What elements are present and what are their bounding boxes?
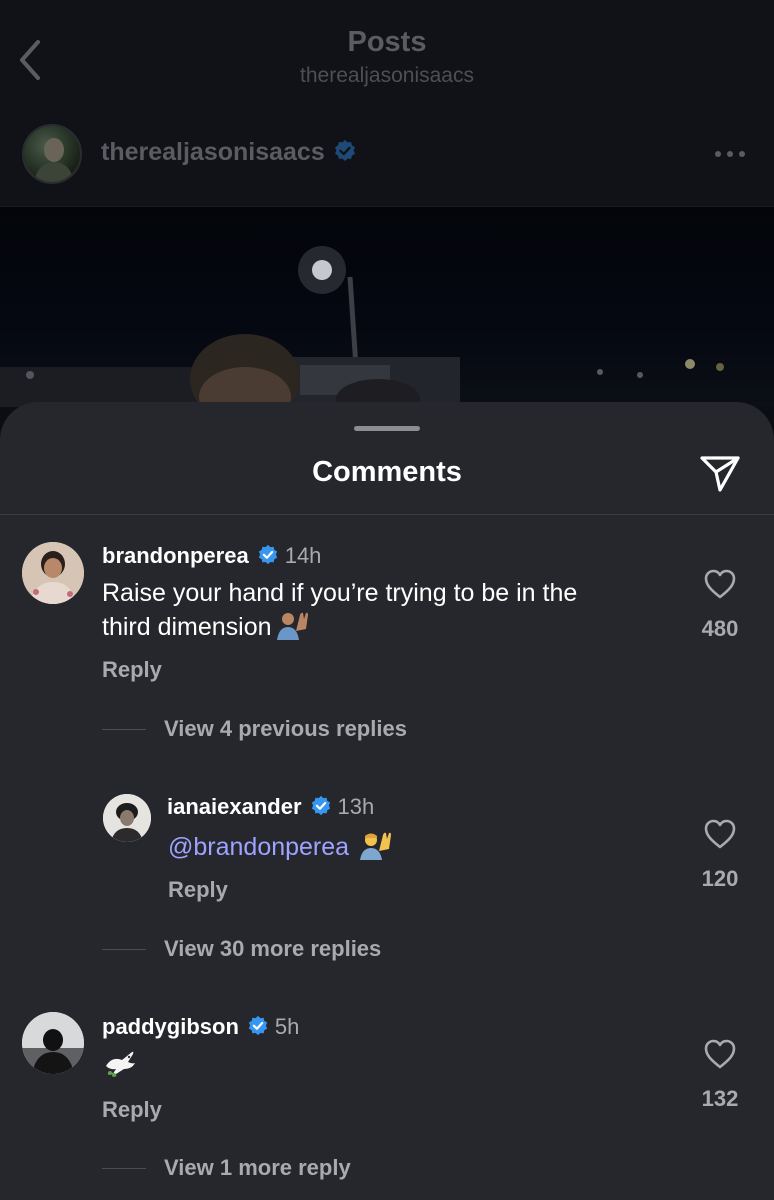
- sheet-divider: [0, 514, 774, 515]
- verified-badge-icon: [334, 140, 355, 161]
- page-subtitle: therealjasonisaacs: [300, 64, 474, 87]
- comment-text: Raise your hand if you’re trying to be i…: [102, 578, 662, 643]
- verified-badge-icon: [258, 544, 277, 565]
- comment-header: brandonperea 14h: [102, 543, 321, 569]
- reply-button[interactable]: Reply: [102, 1097, 162, 1123]
- comment-timestamp: 5h: [274, 1014, 300, 1039]
- avatar[interactable]: [103, 794, 151, 842]
- post-photo: [0, 207, 774, 407]
- comment-username[interactable]: paddygibson: [102, 1014, 239, 1039]
- post-author-username[interactable]: therealjasonisaacs: [101, 138, 357, 167]
- avatar[interactable]: [22, 542, 84, 604]
- comments-title: Comments: [312, 456, 462, 488]
- heart-icon[interactable]: [703, 818, 737, 850]
- post-header: therealjasonisaacs: [0, 100, 774, 207]
- reply-button[interactable]: Reply: [102, 657, 162, 683]
- comment-text: @brandonperea: [168, 829, 648, 863]
- view-replies-button[interactable]: View 30 more replies: [164, 936, 381, 962]
- thread-line: [102, 949, 146, 950]
- dove-emoji: [106, 1051, 135, 1077]
- thread-line: [102, 729, 146, 730]
- comment-text-line: Raise your hand if you’re trying to be i…: [102, 579, 578, 607]
- raised-hand-emoji: [276, 612, 308, 640]
- thread-line: [102, 1168, 146, 1169]
- like-count: 132: [701, 1086, 739, 1111]
- comment-timestamp: 13h: [337, 794, 375, 819]
- comment-text: [102, 1046, 222, 1082]
- comments-sheet: Comments brandonperea 14h Raise your han…: [0, 402, 774, 1200]
- reply-button[interactable]: Reply: [168, 877, 228, 903]
- like-count: 480: [701, 616, 739, 641]
- comment-username[interactable]: ianaiexander: [167, 794, 302, 819]
- send-icon[interactable]: [698, 450, 742, 494]
- heart-icon[interactable]: [703, 568, 737, 600]
- verified-badge-icon: [311, 795, 330, 816]
- verified-badge-icon: [248, 1015, 268, 1036]
- raised-hand-emoji: [360, 832, 392, 860]
- post-author-avatar[interactable]: [22, 124, 82, 184]
- heart-icon[interactable]: [703, 1038, 737, 1070]
- view-replies-button[interactable]: View 4 previous replies: [164, 716, 407, 742]
- view-replies-button[interactable]: View 1 more reply: [164, 1155, 351, 1181]
- comment-header: paddygibson 5h: [102, 1014, 299, 1040]
- page-title: Posts: [347, 26, 427, 58]
- more-dots-icon[interactable]: [714, 150, 746, 158]
- mention-link[interactable]: @brandonperea: [168, 833, 349, 861]
- avatar[interactable]: [22, 1012, 84, 1074]
- comment-timestamp: 14h: [284, 543, 322, 568]
- comment-header: ianaiexander 13h: [167, 794, 374, 820]
- like-count: 120: [701, 866, 739, 891]
- comment-username[interactable]: brandonperea: [102, 543, 249, 568]
- sheet-drag-handle[interactable]: [354, 426, 420, 431]
- comment-text-line: third dimension: [102, 609, 662, 643]
- comment-text-fragment: third dimension: [102, 613, 272, 641]
- top-navigation-bar: Posts therealjasonisaacs: [0, 0, 774, 100]
